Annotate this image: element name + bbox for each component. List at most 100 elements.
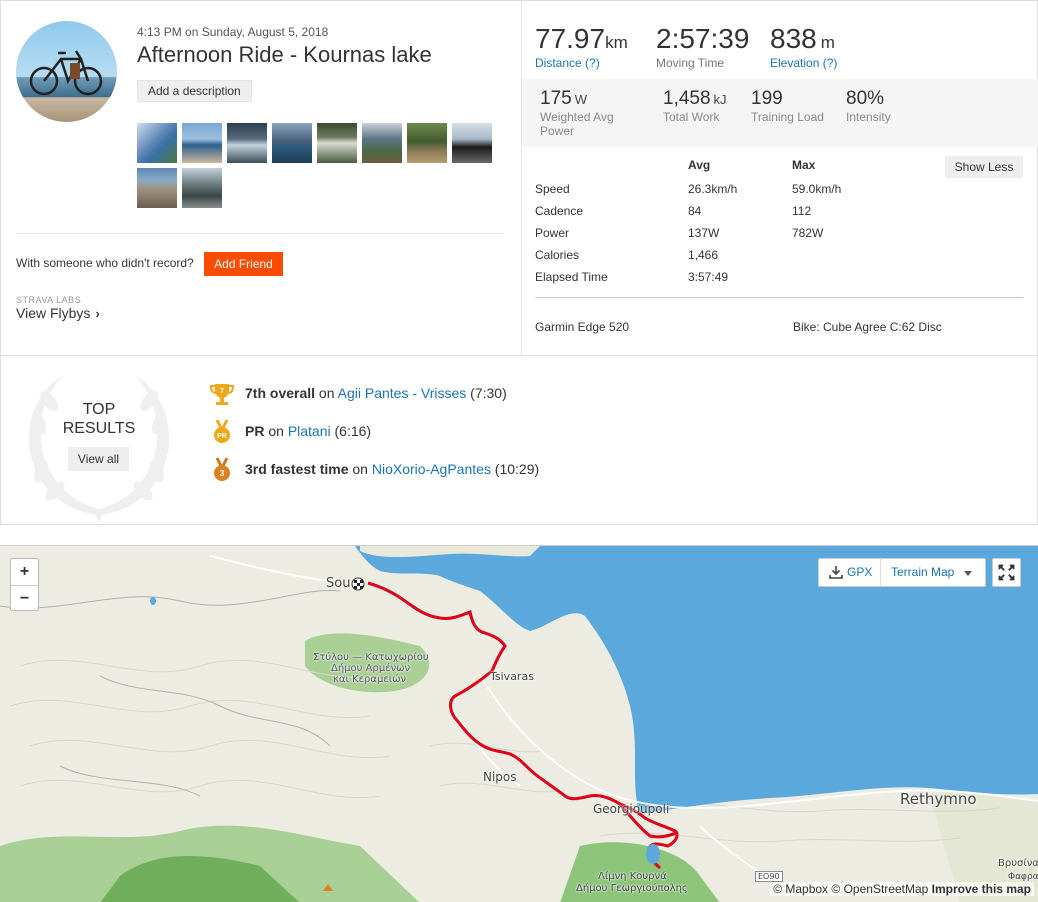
elevation-help-link[interactable]: Elevation (?) xyxy=(770,56,837,70)
map-label-vrysina: Βρυσίνα xyxy=(998,858,1038,869)
map-label-nipos: Nipos xyxy=(483,770,517,784)
top-results-line1: TOP xyxy=(82,401,116,418)
photo-thumbnail[interactable] xyxy=(182,168,222,208)
view-flybys-link[interactable]: View Flybys › xyxy=(16,305,100,321)
stat-label: Total Work xyxy=(663,110,720,124)
add-friend-button[interactable]: Add Friend xyxy=(204,252,283,276)
map-label-rethymno: Rethymno xyxy=(900,790,977,808)
result-on: on xyxy=(352,461,368,477)
download-icon xyxy=(829,566,843,579)
photo-thumbnail[interactable] xyxy=(362,123,402,163)
row-label: Elapsed Time xyxy=(535,270,608,284)
row-avg: 137W xyxy=(688,226,720,240)
top-results-line2: RESULTS xyxy=(62,420,136,437)
zoom-in-button[interactable]: + xyxy=(11,559,38,585)
result-rank: 7th overall xyxy=(245,385,316,401)
stat-value: 199 xyxy=(751,88,783,109)
photo-thumbnail[interactable] xyxy=(272,123,312,163)
segment-link[interactable]: Platani xyxy=(288,423,331,439)
fullscreen-button[interactable] xyxy=(992,558,1021,587)
road-shield: EO90 xyxy=(755,871,783,882)
osm-link[interactable]: © OpenStreetMap xyxy=(831,882,928,896)
stats-panel: 77.97km Distance (?) 2:57:39 Moving Time… xyxy=(521,1,1038,357)
photo-thumbnail[interactable] xyxy=(452,123,492,163)
secondary-stats: 175 W Weighted Avg Power 1,458 kJ Total Wo… xyxy=(522,79,1038,147)
add-description-button[interactable]: Add a description xyxy=(137,80,252,102)
with-someone-text: With someone who didn't record? xyxy=(16,256,194,270)
mapbox-link[interactable]: © Mapbox xyxy=(773,882,828,896)
photo-thumbnail[interactable] xyxy=(137,168,177,208)
row-avg: 3:57:49 xyxy=(688,270,729,284)
improve-map-link[interactable]: Improve this map xyxy=(932,882,1031,896)
bike-name[interactable]: Bike: Cube Agree C:62 Disc xyxy=(793,320,942,334)
stat-value: 175 xyxy=(540,88,572,109)
result-rank: PR xyxy=(245,423,265,439)
map-label-souda: Sou xyxy=(326,576,351,591)
row-max: 782W xyxy=(792,226,824,240)
row-avg: 1,466 xyxy=(688,248,719,262)
stat-moving-time: 2:57:39 Moving Time xyxy=(656,24,749,71)
show-less-button[interactable]: Show Less xyxy=(945,156,1023,178)
column-header-max: Max xyxy=(792,158,816,172)
map-label-stylos: Στύλου — Κατωχωρίου Δήμου Αρμένων και Κε… xyxy=(313,652,429,685)
chevron-down-icon xyxy=(964,571,972,576)
gpx-download-button[interactable]: GPX xyxy=(819,559,881,586)
map-label-line: Δήμου Αρμένων xyxy=(331,663,411,674)
bronze-medal-icon: 3 xyxy=(214,457,230,481)
segment-link[interactable]: NioXorio-AgPantes xyxy=(372,461,491,477)
avatar[interactable] xyxy=(16,21,117,122)
photo-thumbnail[interactable] xyxy=(407,123,447,163)
result-rank: 3rd fastest time xyxy=(245,461,349,477)
top-results-card: TOP RESULTS View all 7 7th overall on Ag… xyxy=(0,355,1038,525)
row-avg: 26.3km/h xyxy=(688,182,738,196)
result-on: on xyxy=(268,423,284,439)
map-controls: GPX Terrain Map xyxy=(818,558,986,587)
map-label-fafra: Φαφρα xyxy=(1008,872,1038,882)
divider xyxy=(16,233,504,234)
table-row: Calories 1,466 xyxy=(535,248,1025,266)
map-canvas[interactable] xyxy=(0,546,1038,902)
chevron-right-icon: › xyxy=(95,306,100,321)
view-all-button[interactable]: View all xyxy=(68,447,129,471)
stat-intensity: 80% Intensity xyxy=(846,89,891,125)
zoom-out-button[interactable]: − xyxy=(11,586,38,612)
photo-thumbnail[interactable] xyxy=(317,123,357,163)
stat-training-load: 199 Training Load xyxy=(751,88,824,125)
map-label-line: και Κεραμειών xyxy=(333,674,407,685)
stat-value: 838 xyxy=(770,23,817,54)
stat-unit: km xyxy=(605,33,628,52)
device-name: Garmin Edge 520 xyxy=(535,320,630,334)
row-label: Calories xyxy=(535,248,580,262)
map-label-kourna: Λίμνη Κουρνά xyxy=(598,871,667,882)
photo-thumbnail[interactable] xyxy=(227,123,267,163)
activity-header: 4:13 PM on Sunday, August 5, 2018 Aftern… xyxy=(1,1,521,357)
photo-thumbnail[interactable] xyxy=(137,123,177,163)
stat-label: Intensity xyxy=(846,110,891,124)
result-time: (10:29) xyxy=(494,461,540,477)
stat-total-work: 1,458 kJ Total Work xyxy=(663,89,727,125)
row-max: 112 xyxy=(792,204,812,218)
terrain-map-dropdown[interactable]: Terrain Map xyxy=(882,559,986,586)
result-text: PR on Platani (6:16) xyxy=(245,423,371,439)
stat-label: Training Load xyxy=(751,110,824,124)
result-time: (7:30) xyxy=(470,385,507,401)
trophy-icon: 7 xyxy=(209,384,235,405)
laurel-wreath-icon xyxy=(28,375,170,523)
map-attribution: © Mapbox © OpenStreetMap Improve this ma… xyxy=(770,882,1034,896)
top-results-label: TOP RESULTS xyxy=(49,400,149,438)
table-row: Cadence 84 112 xyxy=(535,204,1025,222)
stat-label: Weighted Avg Power xyxy=(540,110,614,138)
photo-thumbnail[interactable] xyxy=(182,123,222,163)
segment-link[interactable]: Agii Pantes - Vrisses xyxy=(338,385,467,401)
result-text: 7th overall on Agii Pantes - Vrisses (7:… xyxy=(245,385,507,401)
map-label-georgioupoli: Georgioupoli xyxy=(593,802,670,816)
distance-help-link[interactable]: Distance (?) xyxy=(535,56,628,70)
table-row: Elapsed Time 3:57:49 xyxy=(535,270,1025,288)
svg-text:3: 3 xyxy=(220,469,225,478)
stat-unit: W xyxy=(574,92,587,107)
strava-labs-label: STRAVA LABS xyxy=(16,295,82,305)
route-map[interactable]: Sou Στύλου — Κατωχωρίου Δήμου Αρμένων κα… xyxy=(0,545,1038,902)
stat-weighted-power: 175 W Weighted Avg Power xyxy=(540,88,640,139)
stat-label: Moving Time xyxy=(656,56,725,70)
stat-distance: 77.97km Distance (?) xyxy=(535,24,628,71)
